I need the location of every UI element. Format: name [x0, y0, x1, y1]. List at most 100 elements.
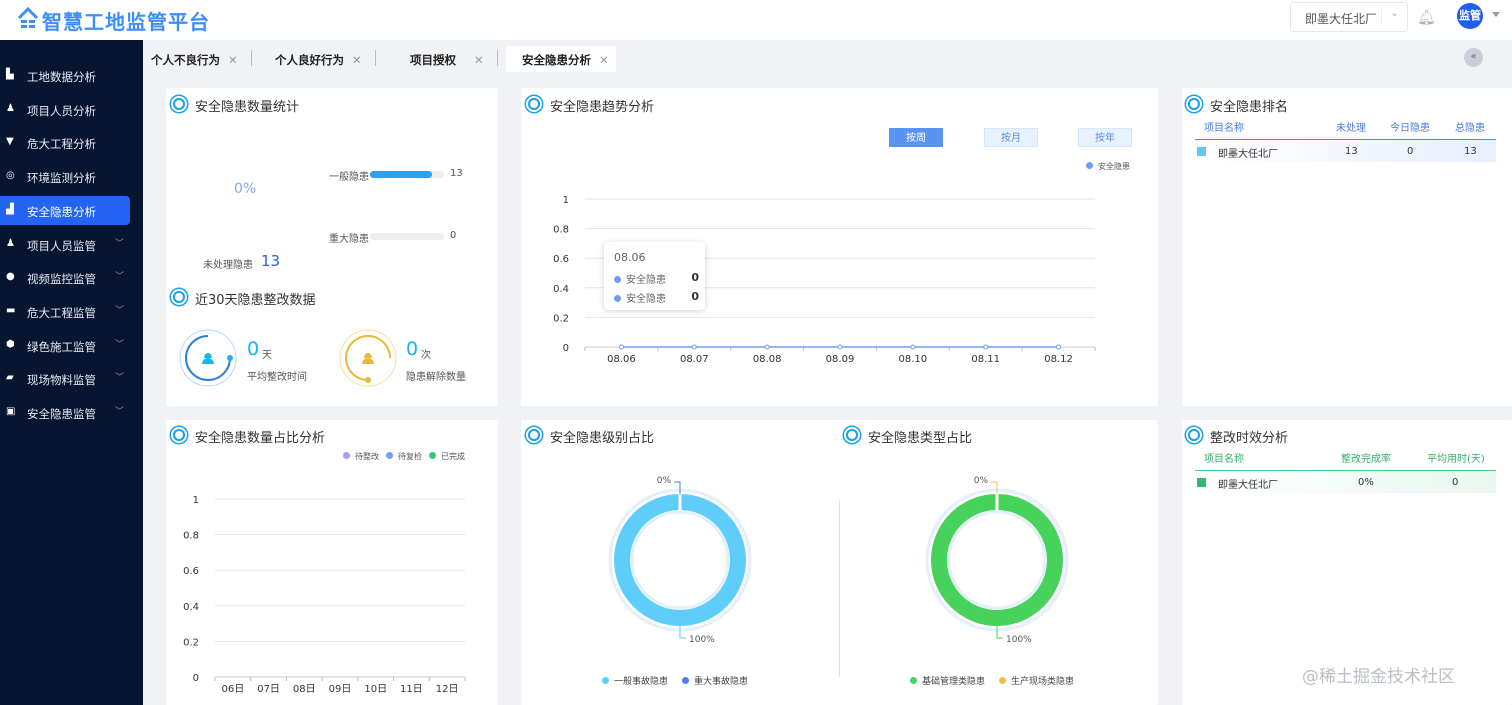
tab-divider [251, 50, 252, 66]
sidebar-item-label: 绿色施工监管 [27, 340, 96, 354]
close-icon[interactable]: ✕ [474, 53, 484, 67]
card-title: 近30天隐患整改数据 [173, 289, 316, 308]
card-title: 安全隐患级别占比 [528, 427, 654, 446]
unhandled-count: 13 [1345, 146, 1358, 157]
general-hazard-label: 一般隐患 [329, 168, 369, 183]
column-header: 总隐患 [1455, 119, 1485, 134]
sidebar-item[interactable]: ♟项目人员监管﹀ [0, 230, 130, 259]
legend-item[interactable]: 一般事故隐患 [602, 677, 668, 687]
sidebar-item[interactable]: ▼危大工程分析 [0, 128, 130, 157]
series-dot [614, 276, 621, 283]
project-select[interactable]: 即墨大任北厂⌄ [1290, 2, 1408, 32]
legend-item[interactable]: 已完成 [429, 452, 465, 461]
total-count: 13 [1464, 146, 1477, 157]
tooltip-date: 08.06 [614, 251, 646, 264]
sidebar-item-label: 项目人员分析 [27, 104, 96, 118]
chevron-down-icon: ﹀ [115, 303, 124, 316]
data-point[interactable] [692, 345, 696, 349]
legend-dot [602, 677, 609, 684]
sidebar-item[interactable]: ▰现场物料监管﹀ [0, 364, 130, 393]
close-icon[interactable]: ✕ [228, 53, 238, 67]
legend-label: 已完成 [441, 452, 465, 461]
bell-icon[interactable]: 🔔︎ [1417, 8, 1436, 26]
bar-chart-icon: ▟ [6, 204, 14, 215]
x-tick-label: 08.07 [680, 354, 709, 365]
tab-safety-analysis[interactable]: 安全隐患分析 ✕ [522, 48, 609, 72]
sidebar-item-label: 危大工程分析 [27, 137, 96, 151]
major-hazard-bar-track [370, 233, 444, 240]
x-tick-label: 08.11 [971, 354, 1000, 365]
avatar[interactable]: 监管 [1457, 3, 1483, 29]
tab-label: 安全隐患分析 [522, 53, 591, 67]
sidebar-item-label: 项目人员监管 [27, 239, 96, 253]
ratio-bar-chart[interactable]: 00.20.40.60.8106日07日08日09日10日11日12日 [166, 485, 486, 700]
chevron-down-icon: ﹀ [115, 337, 124, 350]
sidebar-item[interactable]: ▟安全隐患分析 [0, 196, 130, 225]
avg-time-unit: 天 [262, 346, 272, 361]
x-tick-label: 10日 [364, 684, 387, 695]
legend-item[interactable]: 重大事故隐患 [682, 677, 748, 687]
sidebar-item[interactable]: ◎环境监测分析 [0, 162, 130, 191]
table-row[interactable]: 即墨大任北厂 0% 0 [1195, 470, 1496, 493]
data-point[interactable] [838, 345, 842, 349]
legend-item[interactable]: 待整改 [343, 452, 379, 461]
series-dot [614, 295, 621, 302]
level-donut-chart[interactable]: 0%100% [580, 465, 780, 650]
legend-label: 待整改 [355, 452, 379, 461]
donut-slice[interactable] [622, 502, 738, 618]
legend-item[interactable]: 生产现场类隐患 [999, 677, 1074, 687]
type-donut-chart[interactable]: 0%100% [897, 465, 1097, 650]
sidebar-item[interactable]: ⬢绿色施工监管﹀ [0, 331, 130, 360]
sidebar-item[interactable]: ●视频监控监管﹀ [0, 263, 130, 292]
general-hazard-bar-fill [370, 171, 432, 178]
tab-good-behavior[interactable]: 个人良好行为 ✕ [275, 48, 362, 72]
card-title: 安全隐患类型占比 [846, 427, 972, 446]
x-tick-label: 08.12 [1044, 354, 1073, 365]
data-point[interactable] [911, 345, 915, 349]
data-point[interactable] [765, 345, 769, 349]
data-point[interactable] [984, 345, 988, 349]
y-tick-label: 0.6 [553, 254, 569, 265]
tooltip-series: 安全隐患 [626, 294, 666, 305]
data-point[interactable] [1057, 345, 1061, 349]
caret-down-icon[interactable] [1492, 12, 1500, 21]
close-icon[interactable]: ✕ [599, 53, 609, 67]
legend-item[interactable]: 基础管理类隐患 [910, 677, 985, 687]
cart-icon: ▰ [6, 372, 14, 383]
by-week-button[interactable]: 按周 [889, 128, 943, 147]
legend-dot [682, 677, 689, 684]
general-hazard-value: 13 [450, 168, 463, 179]
legend-dot [910, 677, 917, 684]
chevron-down-icon: ﹀ [115, 269, 124, 282]
donut-slice[interactable] [939, 502, 1055, 618]
resolved-count-ring-icon [338, 328, 398, 388]
chart-tooltip: 08.06 安全隐患0 安全隐患0 [604, 242, 705, 310]
table-row[interactable]: 即墨大任北厂 13 0 13 [1195, 139, 1496, 162]
tab-label: 个人良好行为 [275, 53, 344, 67]
y-tick-label: 0.4 [183, 602, 199, 613]
chevron-down-icon: ﹀ [115, 404, 124, 417]
sidebar-item[interactable]: ▬危大工程监管﹀ [0, 297, 130, 326]
legend-item[interactable]: 待复检 [386, 452, 422, 461]
ranking-card [1182, 88, 1512, 406]
badge-icon: ▣ [6, 406, 15, 417]
sidebar-item[interactable]: ▙工地数据分析 [0, 61, 130, 90]
close-icon[interactable]: ✕ [352, 53, 362, 67]
data-point[interactable] [619, 345, 623, 349]
x-tick-label: 06日 [221, 684, 244, 695]
y-tick-label: 1 [193, 495, 199, 506]
tooltip-value: 0 [691, 290, 699, 303]
by-year-button[interactable]: 按年 [1078, 128, 1132, 147]
tab-project-auth[interactable]: 项目授权✕ [410, 48, 484, 72]
x-tick-label: 12日 [436, 684, 459, 695]
sidebar-item[interactable]: ▣安全隐患监管﹀ [0, 398, 130, 427]
by-month-button[interactable]: 按月 [984, 128, 1038, 147]
collapse-tabs-button[interactable]: « [1464, 48, 1483, 67]
sidebar-item[interactable]: ♟项目人员分析 [0, 95, 130, 124]
avg-time-ring-icon [178, 328, 238, 388]
divider [839, 500, 840, 677]
legend-dot [999, 677, 1006, 684]
column-header: 整改完成率 [1341, 450, 1391, 465]
toolbox-icon: ▬ [6, 305, 15, 316]
tab-bad-behavior[interactable]: 个人不良行为✕ [151, 48, 238, 72]
